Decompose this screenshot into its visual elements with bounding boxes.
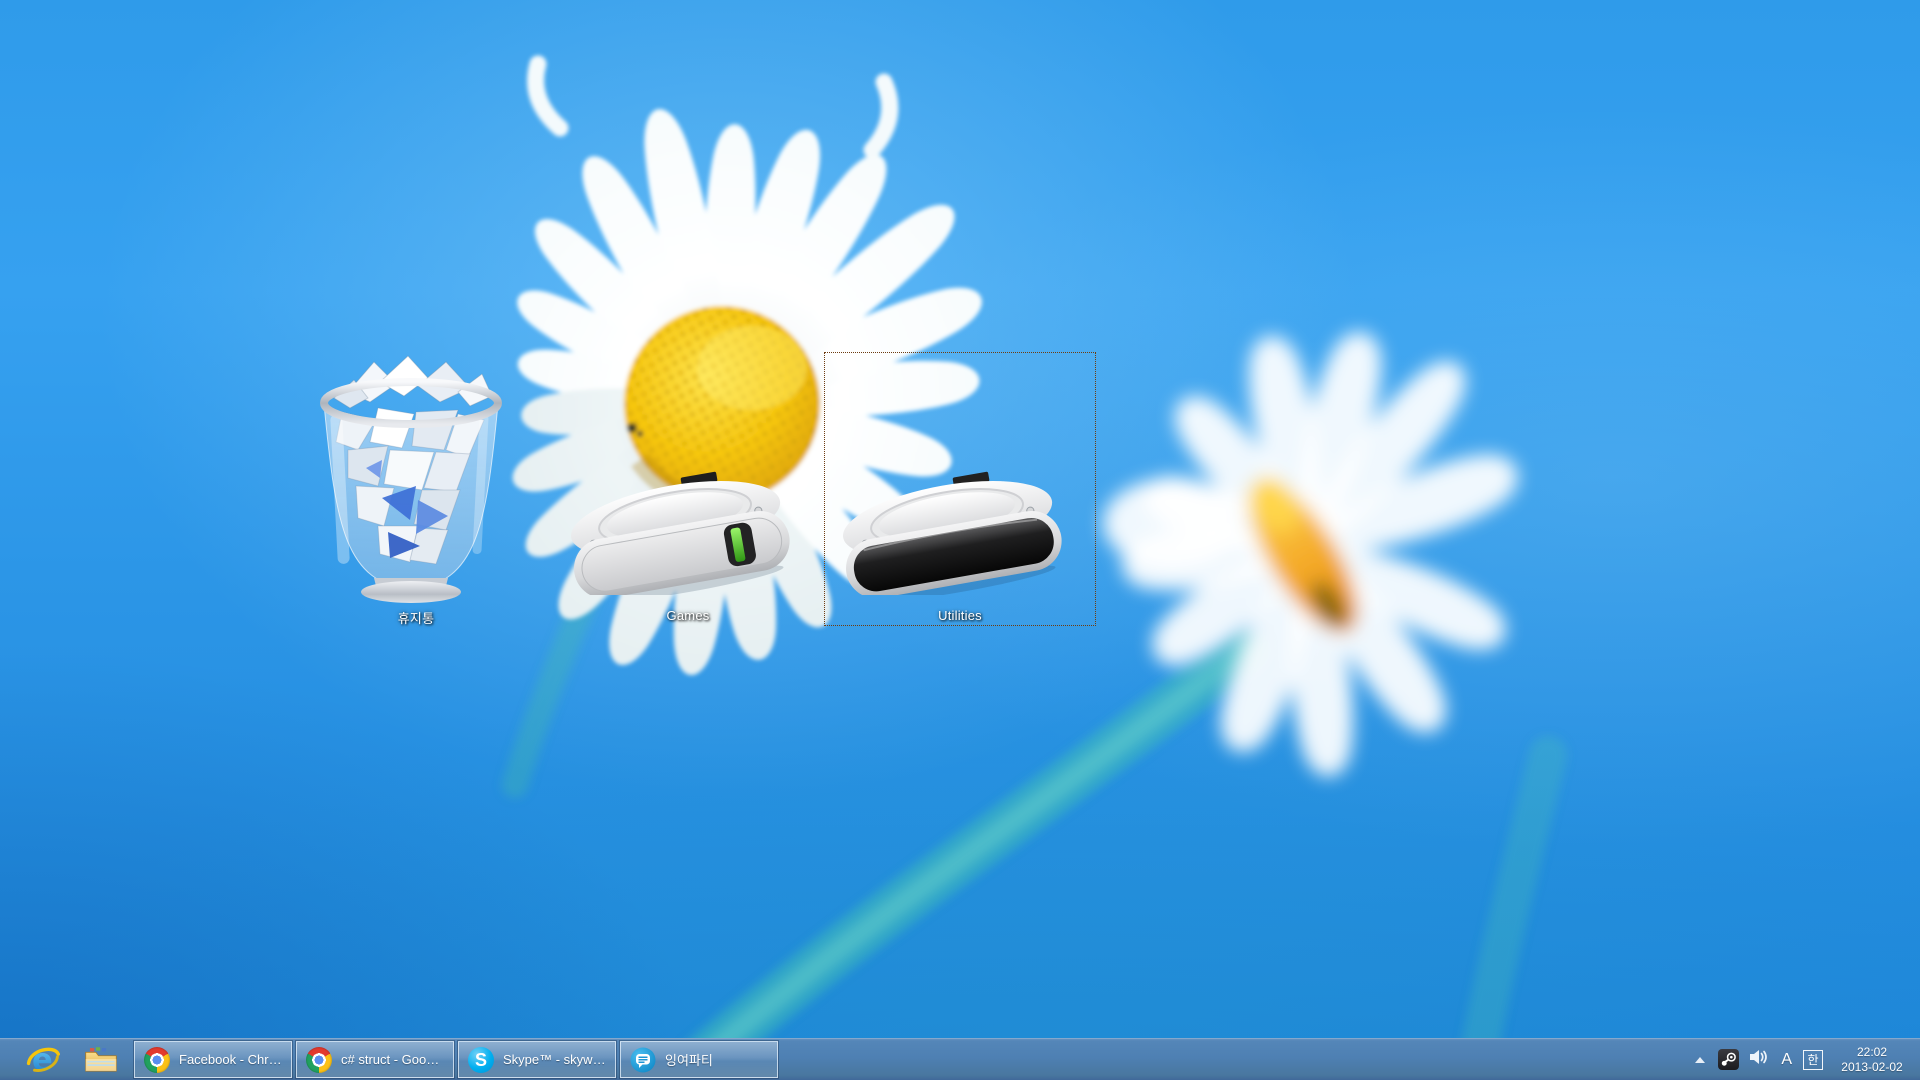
chat-bubble-icon bbox=[630, 1047, 656, 1073]
taskbar-clock[interactable]: 22:02 2013-02-02 bbox=[1834, 1045, 1910, 1075]
taskbar-button-chat-app[interactable]: 잉여파티 bbox=[620, 1041, 778, 1078]
taskbar-button-label: Skype™ - skywa... bbox=[503, 1052, 606, 1067]
taskbar-launchers: e bbox=[0, 1043, 118, 1077]
taskbar-button-label: c# struct - Googl... bbox=[341, 1052, 444, 1067]
internet-explorer-icon: e bbox=[26, 1043, 60, 1077]
taskbar-button-facebook-chrome[interactable]: Facebook - Chro... bbox=[134, 1041, 292, 1078]
recycle-bin-icon[interactable] bbox=[318, 350, 504, 608]
steam-tray-icon[interactable] bbox=[1718, 1049, 1739, 1070]
system-tray: A 한 22:02 2013-02-02 bbox=[1695, 1045, 1920, 1075]
chrome-icon bbox=[306, 1047, 332, 1073]
ime-latin-indicator[interactable]: A bbox=[1781, 1051, 1792, 1069]
folder-icon bbox=[84, 1044, 118, 1076]
taskbar-button-skype[interactable]: Skype™ - skywa... bbox=[458, 1041, 616, 1078]
taskbar-button-label: Facebook - Chro... bbox=[179, 1052, 282, 1067]
skype-icon bbox=[468, 1047, 494, 1073]
clock-time: 22:02 bbox=[1834, 1045, 1910, 1060]
external-drive-icon bbox=[560, 471, 796, 595]
volume-tray-icon[interactable] bbox=[1750, 1049, 1770, 1070]
steam-icon bbox=[1720, 1051, 1737, 1068]
clock-date: 2013-02-02 bbox=[1834, 1060, 1910, 1075]
taskbar: e Fac bbox=[0, 1038, 1920, 1080]
windows8-desktop: 휴지통 bbox=[0, 0, 1920, 1080]
drive-games-label: Games bbox=[588, 608, 788, 623]
speaker-icon bbox=[1750, 1049, 1770, 1065]
ime-korean-indicator[interactable]: 한 bbox=[1803, 1050, 1823, 1070]
recycle-bin-label: 휴지통 bbox=[316, 608, 516, 627]
taskbar-buttons: Facebook - Chro... c# struct - Googl... … bbox=[134, 1041, 778, 1078]
show-hidden-icons-button up-arrow-icon[interactable] bbox=[1695, 1057, 1705, 1063]
taskbar-button-csharp-chrome[interactable]: c# struct - Googl... bbox=[296, 1041, 454, 1078]
file-explorer-button[interactable] bbox=[84, 1043, 118, 1077]
drive-games-icon[interactable] bbox=[560, 471, 796, 595]
desktop-wallpaper-area[interactable]: 휴지통 bbox=[0, 0, 1920, 1038]
chrome-icon bbox=[144, 1047, 170, 1073]
selection-rectangle bbox=[824, 352, 1096, 626]
recycle-bin-full-icon bbox=[318, 350, 504, 608]
internet-explorer-button[interactable]: e bbox=[26, 1043, 60, 1077]
taskbar-button-label: 잉여파티 bbox=[665, 1050, 713, 1069]
